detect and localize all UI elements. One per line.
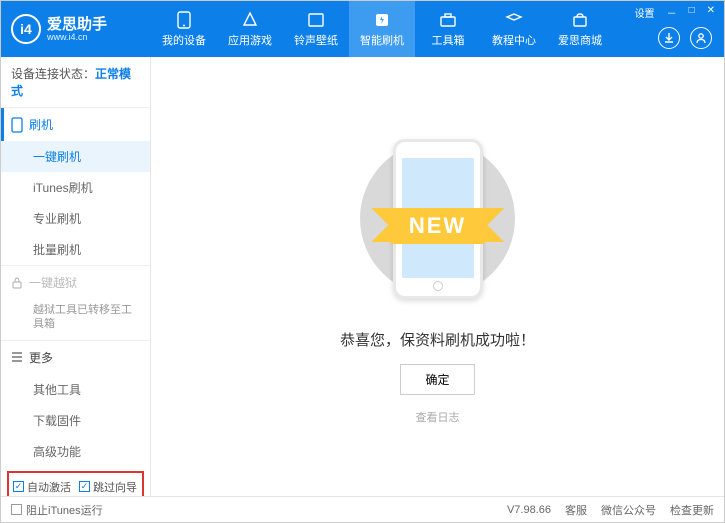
lock-icon	[11, 276, 23, 290]
nav-apps[interactable]: 应用游戏	[217, 1, 283, 57]
footer: 阻止iTunes运行 V7.98.66 客服 微信公众号 检查更新	[1, 496, 724, 522]
brand: i4 爱思助手 www.i4.cn	[1, 14, 151, 44]
user-icons	[658, 27, 712, 49]
checkbox-auto-activate[interactable]: ✓ 自动激活	[13, 479, 71, 495]
sidebar-item-itunes-flash[interactable]: iTunes刷机	[1, 172, 150, 203]
success-message: 恭喜您，保资料刷机成功啦！	[340, 329, 535, 350]
sidebar-item-advanced[interactable]: 高级功能	[1, 436, 150, 467]
main-content: NEW 恭喜您，保资料刷机成功啦！ 确定 查看日志	[151, 57, 724, 496]
checkbox-label: 跳过向导	[93, 479, 137, 495]
sidebar: 设备连接状态：正常模式 刷机 一键刷机 iTunes刷机 专业刷机 批量刷机 一…	[1, 57, 151, 496]
nav-store[interactable]: 爱思商城	[547, 1, 613, 57]
wechat-link[interactable]: 微信公众号	[601, 502, 656, 518]
window-controls: 设置 － □ ✕	[632, 5, 718, 20]
ok-button[interactable]: 确定	[400, 364, 474, 395]
sidebar-head-label: 更多	[29, 349, 53, 366]
download-icon[interactable]	[658, 27, 680, 49]
phone-icon	[175, 11, 193, 29]
sidebar-item-batch-flash[interactable]: 批量刷机	[1, 234, 150, 265]
nav-toolbox[interactable]: 工具箱	[415, 1, 481, 57]
sidebar-item-download-firmware[interactable]: 下载固件	[1, 405, 150, 436]
jailbreak-note: 越狱工具已转移至工具箱	[1, 299, 150, 340]
checkbox-icon	[11, 504, 22, 515]
nav-my-device[interactable]: 我的设备	[151, 1, 217, 57]
status-label: 设备连接状态：	[11, 67, 95, 81]
nav-label: 工具箱	[432, 32, 465, 48]
phone-icon	[11, 117, 23, 133]
nav-smart-flash[interactable]: 智能刷机	[349, 1, 415, 57]
nav-tutorials[interactable]: 教程中心	[481, 1, 547, 57]
support-link[interactable]: 客服	[565, 502, 587, 518]
connection-status: 设备连接状态：正常模式	[1, 57, 150, 107]
version-label: V7.98.66	[507, 504, 551, 516]
check-icon: ✓	[13, 481, 24, 492]
store-icon	[571, 11, 589, 29]
tutorial-icon	[505, 11, 523, 29]
sidebar-head-jailbreak[interactable]: 一键越狱	[1, 266, 150, 299]
nav-label: 爱思商城	[558, 32, 602, 48]
checkbox-label: 阻止iTunes运行	[26, 502, 103, 518]
sidebar-item-pro-flash[interactable]: 专业刷机	[1, 203, 150, 234]
sidebar-head-flash[interactable]: 刷机	[1, 108, 150, 141]
maximize-button[interactable]: □	[686, 5, 698, 20]
nav-ringtones[interactable]: 铃声壁纸	[283, 1, 349, 57]
toolbox-icon	[439, 11, 457, 29]
user-icon[interactable]	[690, 27, 712, 49]
brand-url: www.i4.cn	[47, 32, 107, 42]
menu-icon	[11, 351, 23, 363]
nav-label: 我的设备	[162, 32, 206, 48]
new-ribbon: NEW	[391, 208, 484, 244]
minimize-button[interactable]: －	[664, 5, 680, 20]
close-button[interactable]: ✕	[704, 5, 718, 20]
brand-name: 爱思助手	[47, 17, 107, 32]
sidebar-head-label: 一键越狱	[29, 274, 77, 291]
wallpaper-icon	[307, 11, 325, 29]
sidebar-item-other-tools[interactable]: 其他工具	[1, 374, 150, 405]
titlebar: i4 爱思助手 www.i4.cn 我的设备 应用游戏 铃声壁纸 智能刷机	[1, 1, 724, 57]
success-illustration: NEW	[358, 129, 518, 309]
sidebar-head-more[interactable]: 更多	[1, 341, 150, 374]
body: 设备连接状态：正常模式 刷机 一键刷机 iTunes刷机 专业刷机 批量刷机 一…	[1, 57, 724, 496]
nav-label: 铃声壁纸	[294, 32, 338, 48]
checkbox-block-itunes[interactable]: 阻止iTunes运行	[11, 502, 103, 518]
update-link[interactable]: 检查更新	[670, 502, 714, 518]
checkbox-skip-guide[interactable]: ✓ 跳过向导	[79, 479, 137, 495]
nav-label: 应用游戏	[228, 32, 272, 48]
sidebar-head-label: 刷机	[29, 116, 53, 133]
logo-icon: i4	[11, 14, 41, 44]
settings-button[interactable]: 设置	[632, 5, 658, 20]
checkbox-label: 自动激活	[27, 479, 71, 495]
check-icon: ✓	[79, 481, 90, 492]
sidebar-item-oneclick-flash[interactable]: 一键刷机	[1, 141, 150, 172]
apps-icon	[241, 11, 259, 29]
options-highlight-box: ✓ 自动激活 ✓ 跳过向导	[7, 471, 144, 496]
view-log-link[interactable]: 查看日志	[416, 409, 460, 425]
nav-label: 智能刷机	[360, 32, 404, 48]
flash-icon	[373, 11, 391, 29]
nav-label: 教程中心	[492, 32, 536, 48]
app-window: i4 爱思助手 www.i4.cn 我的设备 应用游戏 铃声壁纸 智能刷机	[0, 0, 725, 523]
